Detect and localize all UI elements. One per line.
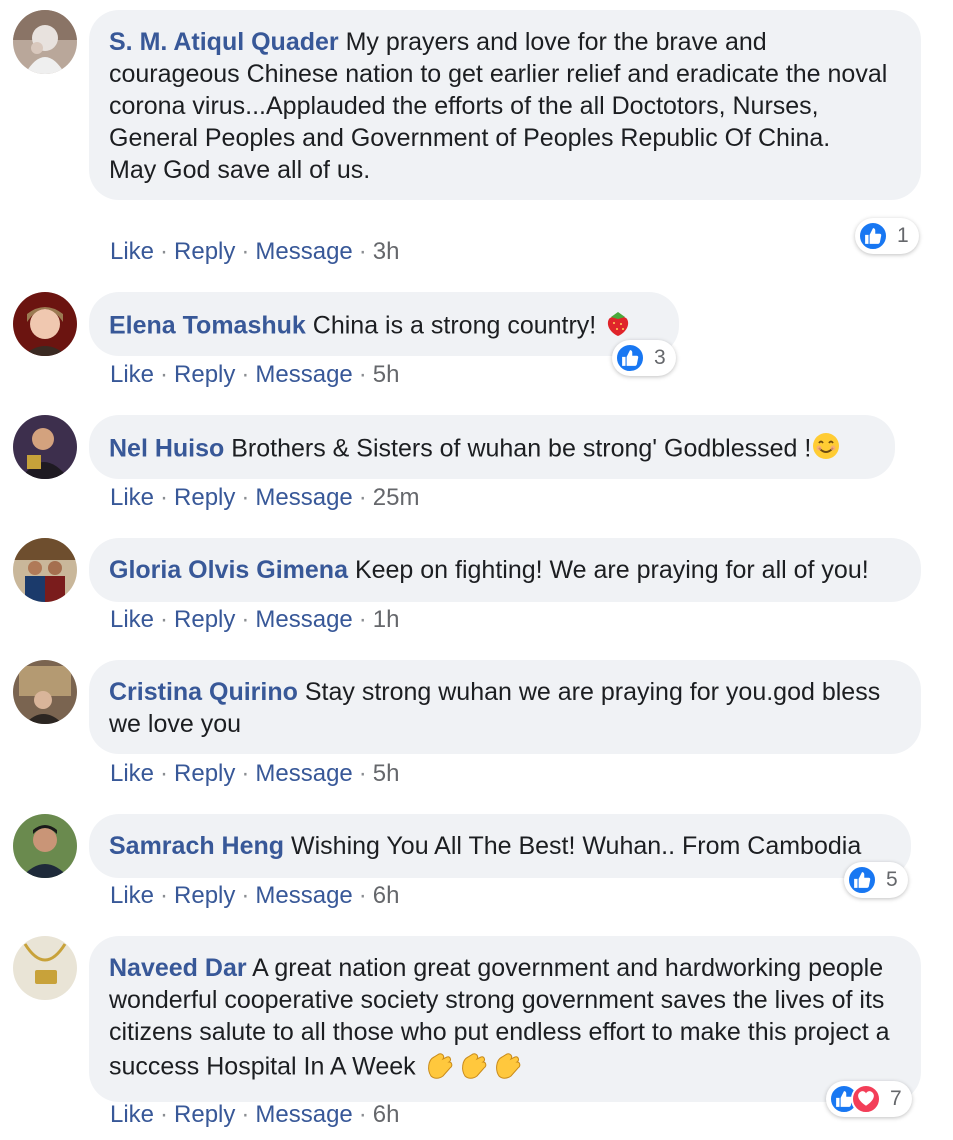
avatar[interactable] [13, 292, 77, 356]
comment-bubble: Naveed Dar A great nation great governme… [89, 936, 921, 1102]
comment-text: Keep on fighting! We are praying for all… [354, 556, 869, 584]
comment-actions: Like · Reply · Message · 3h [110, 238, 400, 265]
message-link[interactable]: Message [255, 1101, 352, 1128]
like-link[interactable]: Like [110, 760, 154, 787]
comment-author[interactable]: Elena Tomashuk [109, 312, 306, 340]
avatar[interactable] [13, 415, 77, 479]
comment-timestamp[interactable]: 1h [373, 606, 400, 633]
reaction-summary[interactable]: 1 [855, 218, 919, 254]
comment-actions: Like · Reply · Message · 5h [110, 361, 400, 388]
comment-text: Brothers & Sisters of wuhan be strong' G… [231, 434, 812, 463]
message-link[interactable]: Message [255, 238, 352, 265]
like-link[interactable]: Like [110, 361, 154, 388]
reaction-count: 3 [654, 346, 666, 369]
smiling-face-emoji [811, 431, 841, 469]
reaction-summary[interactable]: 5 [844, 862, 908, 898]
comment-text: China is a strong country! [312, 311, 597, 340]
reaction-count: 5 [886, 868, 898, 891]
reply-link[interactable]: Reply [174, 760, 235, 787]
comment-author[interactable]: S. M. Atiqul Quader [109, 28, 339, 56]
love-icon [851, 1084, 881, 1114]
comment-bubble: Nel Huiso Brothers & Sisters of wuhan be… [89, 415, 895, 479]
reply-link[interactable]: Reply [174, 606, 235, 633]
avatar[interactable] [13, 814, 77, 878]
comment-actions: Like · Reply · Message · 1h [110, 606, 400, 633]
comment-timestamp[interactable]: 5h [373, 760, 400, 787]
comment-timestamp[interactable]: 6h [373, 882, 400, 909]
comment-author[interactable]: Naveed Dar [109, 954, 247, 982]
comment-actions: Like · Reply · Message · 25m [110, 484, 420, 511]
comment-bubble: Gloria Olvis Gimena Keep on fighting! We… [89, 538, 921, 602]
like-link[interactable]: Like [110, 606, 154, 633]
avatar[interactable] [13, 936, 77, 1000]
avatar[interactable] [13, 660, 77, 724]
reply-link[interactable]: Reply [174, 1101, 235, 1128]
comment-actions: Like · Reply · Message · 6h [110, 1101, 400, 1128]
comment-timestamp[interactable]: 25m [373, 484, 420, 511]
reaction-summary[interactable]: 7 [826, 1081, 912, 1117]
comment-timestamp[interactable]: 3h [373, 238, 400, 265]
reaction-count: 1 [897, 224, 909, 247]
like-icon [858, 221, 888, 251]
like-icon [615, 343, 645, 373]
clapping-hands-emoji [423, 1048, 527, 1088]
avatar[interactable] [13, 10, 77, 74]
comment-author[interactable]: Cristina Quirino [109, 678, 298, 706]
comment-author[interactable]: Nel Huiso [109, 435, 224, 463]
comment-bubble: S. M. Atiqul Quader My prayers and love … [89, 10, 921, 200]
comment-bubble: Elena Tomashuk China is a strong country… [89, 292, 679, 356]
comment-author[interactable]: Gloria Olvis Gimena [109, 556, 348, 584]
reply-link[interactable]: Reply [174, 238, 235, 265]
comment-bubble: Cristina Quirino Stay strong wuhan we ar… [89, 660, 921, 754]
avatar[interactable] [13, 538, 77, 602]
reaction-summary[interactable]: 3 [612, 340, 676, 376]
like-link[interactable]: Like [110, 238, 154, 265]
message-link[interactable]: Message [255, 606, 352, 633]
comment-timestamp[interactable]: 5h [373, 361, 400, 388]
reaction-count: 7 [890, 1087, 902, 1110]
like-link[interactable]: Like [110, 484, 154, 511]
comment-timestamp[interactable]: 6h [373, 1101, 400, 1128]
message-link[interactable]: Message [255, 484, 352, 511]
comment-bubble: Samrach Heng Wishing You All The Best! W… [89, 814, 911, 878]
message-link[interactable]: Message [255, 760, 352, 787]
comment-text: Wishing You All The Best! Wuhan.. From C… [291, 832, 862, 860]
comment-author[interactable]: Samrach Heng [109, 832, 284, 860]
message-link[interactable]: Message [255, 882, 352, 909]
like-icon [847, 865, 877, 895]
like-link[interactable]: Like [110, 1101, 154, 1128]
reply-link[interactable]: Reply [174, 361, 235, 388]
like-link[interactable]: Like [110, 882, 154, 909]
reply-link[interactable]: Reply [174, 882, 235, 909]
comment-actions: Like · Reply · Message · 6h [110, 882, 400, 909]
message-link[interactable]: Message [255, 361, 352, 388]
comment-actions: Like · Reply · Message · 5h [110, 760, 400, 787]
reply-link[interactable]: Reply [174, 484, 235, 511]
